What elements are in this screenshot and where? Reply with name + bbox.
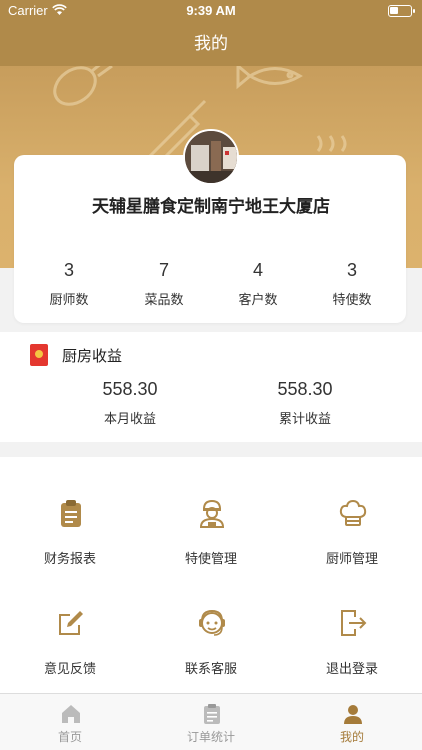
kitchen-revenue-section: 厨房收益 558.30 本月收益 558.30 累计收益 — [0, 332, 422, 442]
menu-label: 退出登录 — [325, 662, 378, 677]
store-name: 天辅星膳食定制南宁地王大厦店 — [92, 197, 330, 217]
stat-label: 厨师数 — [49, 293, 89, 308]
nav-bar: 我的 — [0, 22, 422, 66]
revenue-title: 厨房收益 — [62, 347, 123, 365]
revenue-value: 558.30 — [102, 379, 158, 399]
logout-icon — [341, 610, 367, 636]
menu-customer-service[interactable]: 联系客服 — [141, 567, 281, 677]
menu-label: 联系客服 — [184, 662, 237, 677]
tab-home[interactable]: 首页 — [0, 694, 140, 750]
tab-profile[interactable]: 我的 — [282, 694, 422, 750]
battery-icon — [388, 5, 415, 17]
menu-logout[interactable]: 退出登录 — [282, 567, 422, 677]
order-stats-icon — [204, 704, 220, 724]
profile-icon — [344, 705, 362, 724]
revenue-month: 558.30 本月收益 — [60, 379, 200, 427]
revenue-total: 558.30 累计收益 — [235, 379, 375, 427]
menu-envoy-management[interactable]: 特使管理 — [141, 457, 281, 567]
status-time: 9:39 AM — [186, 3, 236, 18]
envoy-icon — [199, 499, 225, 528]
page-title: 我的 — [194, 34, 228, 54]
menu-label: 意见反馈 — [43, 662, 96, 677]
home-icon — [62, 705, 80, 723]
revenue-value: 558.30 — [277, 379, 333, 399]
tab-label: 我的 — [339, 730, 364, 744]
stat-dishes[interactable]: 7 菜品数 — [114, 260, 214, 308]
clipboard-icon — [61, 500, 81, 527]
feedback-edit-icon — [59, 611, 83, 635]
menu-label: 财务报表 — [43, 552, 96, 567]
stat-value: 4 — [252, 260, 263, 280]
red-packet-icon — [30, 344, 48, 366]
tab-bar: 首页 订单统计 我的 — [0, 693, 422, 750]
stat-chefs[interactable]: 3 厨师数 — [19, 260, 119, 308]
store-avatar[interactable] — [183, 129, 239, 185]
stat-value: 3 — [346, 260, 357, 280]
menu-financial-report[interactable]: 财务报表 — [0, 457, 140, 567]
menu-feedback[interactable]: 意见反馈 — [0, 567, 140, 677]
stat-envoys[interactable]: 3 特使数 — [302, 260, 402, 308]
menu-label: 特使管理 — [184, 552, 237, 567]
tab-order-stats[interactable]: 订单统计 — [141, 694, 281, 750]
revenue-label: 累计收益 — [278, 412, 331, 427]
customer-service-icon — [199, 609, 225, 636]
status-bar: Carrier 9:39 AM — [0, 0, 422, 22]
stat-value: 3 — [63, 260, 74, 280]
menu-label: 厨师管理 — [325, 552, 378, 567]
tab-label: 首页 — [57, 730, 82, 744]
function-menu: 财务报表 特使管理 厨师管理 意见反馈 联系客服 退出登录 — [0, 457, 422, 693]
menu-chef-management[interactable]: 厨师管理 — [282, 457, 422, 567]
tab-label: 订单统计 — [186, 730, 235, 744]
stat-label: 客户数 — [238, 293, 278, 308]
stat-label: 菜品数 — [144, 293, 184, 308]
chef-hat-icon — [339, 499, 367, 526]
revenue-label: 本月收益 — [103, 412, 156, 427]
stat-value: 7 — [158, 260, 169, 280]
stat-label: 特使数 — [332, 293, 372, 308]
stat-customers[interactable]: 4 客户数 — [208, 260, 308, 308]
